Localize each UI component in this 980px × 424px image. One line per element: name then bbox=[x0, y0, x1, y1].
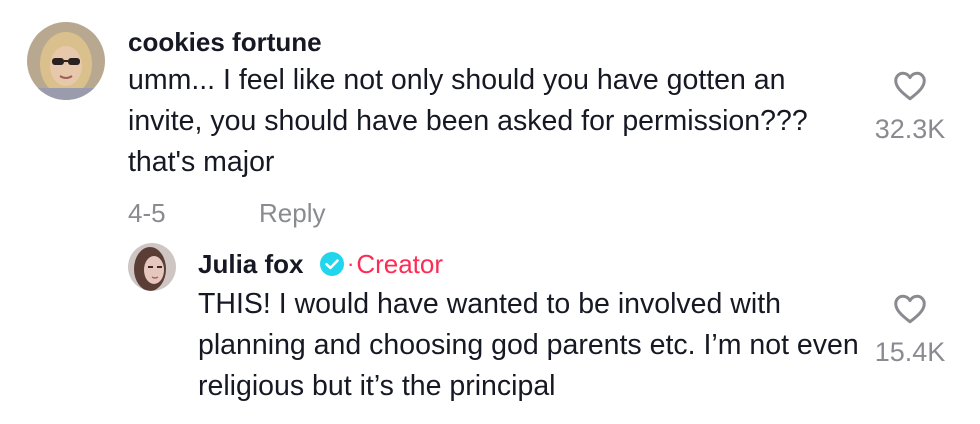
separator-dot: · bbox=[347, 251, 355, 276]
heart-outline-icon bbox=[894, 294, 926, 324]
avatar-image bbox=[128, 243, 176, 291]
avatar[interactable] bbox=[128, 243, 176, 291]
like-button[interactable]: 32.3K bbox=[865, 68, 955, 144]
like-button[interactable]: 15.4K bbox=[865, 291, 955, 367]
reply-username[interactable]: Julia fox bbox=[198, 249, 303, 279]
like-count: 15.4K bbox=[874, 337, 946, 367]
reply-text: THIS! I would have wanted to be involved… bbox=[198, 288, 859, 402]
reply-button[interactable]: Reply bbox=[259, 198, 325, 228]
comment-username[interactable]: cookies fortune bbox=[128, 27, 322, 57]
avatar[interactable] bbox=[27, 22, 105, 100]
avatar-image bbox=[27, 22, 105, 100]
comment-text: umm... I feel like not only should you h… bbox=[128, 64, 808, 178]
creator-badge-row: · Creator bbox=[319, 249, 443, 279]
verified-check-icon bbox=[319, 251, 345, 277]
creator-label: Creator bbox=[356, 249, 444, 279]
like-count: 32.3K bbox=[874, 114, 946, 144]
comment-date: 4-5 bbox=[128, 198, 166, 228]
heart-outline-icon bbox=[894, 71, 926, 101]
